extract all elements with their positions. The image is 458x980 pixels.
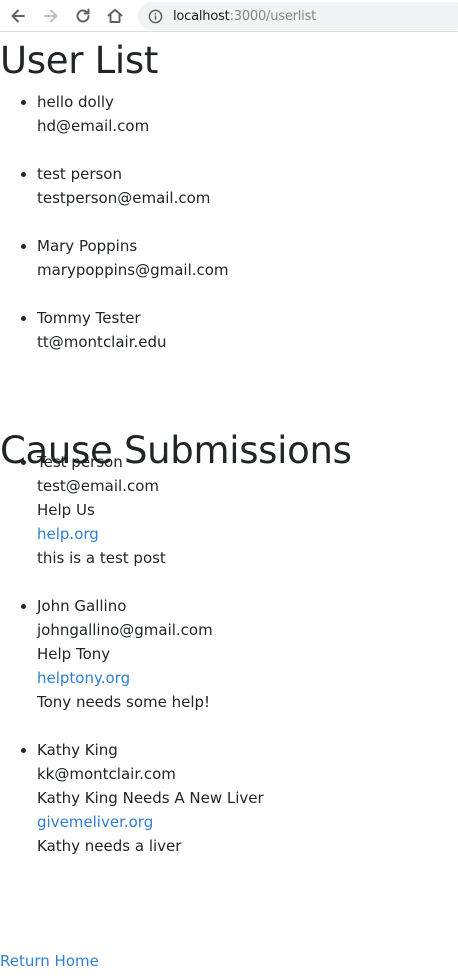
url-text[interactable]: localhost:3000/userlist: [173, 9, 316, 24]
user-list: hello dolly hd@email.com test person tes…: [0, 90, 229, 378]
list-item: Tommy Tester tt@montclair.edu: [37, 306, 229, 354]
cause-link[interactable]: givemeliver.org: [37, 810, 264, 834]
address-bar[interactable]: localhost:3000/userlist: [138, 2, 458, 30]
cause-submitter-email: johngallino@gmail.com: [37, 621, 213, 639]
back-arrow-icon: [11, 9, 25, 23]
url-host: localhost: [173, 8, 230, 24]
reload-icon: [76, 8, 90, 23]
user-name: test person: [37, 165, 122, 183]
user-email: marypoppins@gmail.com: [37, 261, 229, 279]
forward-button[interactable]: [39, 4, 63, 28]
cause-submitter-email: kk@montclair.com: [37, 765, 176, 783]
info-icon[interactable]: [148, 9, 163, 24]
cause-title: Help Tony: [37, 645, 111, 663]
cause-submitter-name: John Gallino: [37, 597, 127, 615]
user-email: hd@email.com: [37, 117, 150, 135]
cause-title: Kathy King Needs A New Liver: [37, 789, 264, 807]
list-item: Kathy King kk@montclair.com Kathy King N…: [37, 738, 264, 858]
user-email: testperson@email.com: [37, 189, 211, 207]
user-email: tt@montclair.edu: [37, 333, 167, 351]
cause-description: Tony needs some help!: [37, 693, 211, 711]
cause-submitter-name: Kathy King: [37, 741, 118, 759]
list-item: hello dolly hd@email.com: [37, 90, 229, 138]
browser-toolbar: localhost:3000/userlist: [0, 0, 458, 32]
reload-button[interactable]: [71, 4, 95, 28]
cause-description: Kathy needs a liver: [37, 837, 182, 855]
list-item: Test person test@email.com Help Us help.…: [37, 450, 264, 570]
back-button[interactable]: [6, 4, 30, 28]
cause-submitter-name: Test person: [37, 453, 123, 471]
url-path: :3000/userlist: [229, 8, 317, 24]
cause-link[interactable]: help.org: [37, 522, 264, 546]
user-name: hello dolly: [37, 93, 114, 111]
cause-list: Test person test@email.com Help Us help.…: [0, 450, 264, 882]
list-item: test person testperson@email.com: [37, 162, 229, 210]
home-icon: [107, 8, 123, 23]
user-name: Tommy Tester: [37, 309, 141, 327]
cause-title: Help Us: [37, 501, 95, 519]
cause-description: this is a test post: [37, 549, 166, 567]
list-item: John Gallino johngallino@gmail.com Help …: [37, 594, 264, 714]
home-button[interactable]: [103, 4, 127, 28]
user-name: Mary Poppins: [37, 237, 138, 255]
cause-link[interactable]: helptony.org: [37, 666, 264, 690]
cause-submitter-email: test@email.com: [37, 477, 159, 495]
forward-arrow-icon: [44, 9, 58, 23]
list-item: Mary Poppins marypoppins@gmail.com: [37, 234, 229, 282]
user-list-title: User List: [0, 39, 159, 82]
return-home-link[interactable]: Return Home: [0, 949, 99, 973]
